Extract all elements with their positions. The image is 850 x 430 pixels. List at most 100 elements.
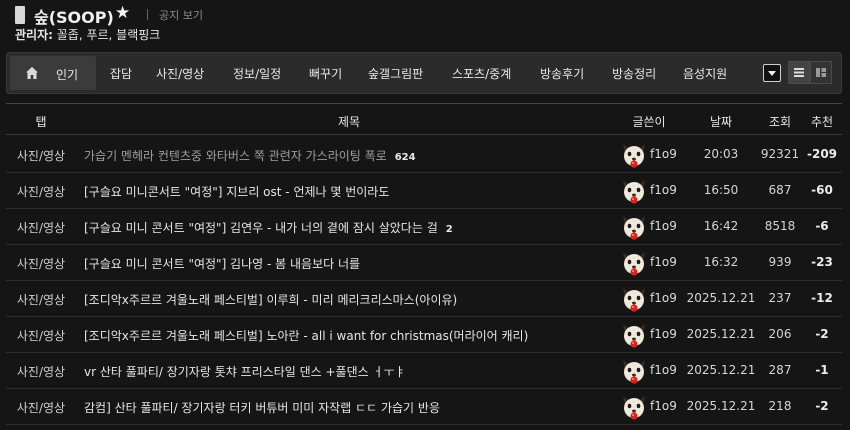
post-date: 2025.12.21: [686, 363, 756, 377]
column-header-views: 조회: [768, 115, 792, 129]
managers-list[interactable]: 꼴좁, 푸르, 블랙핑크: [57, 28, 161, 42]
post-title-cell[interactable]: [구슬요 미니 콘서트 "여정"] 김연우 - 내가 너의 곁에 잠시 살았다는…: [84, 219, 614, 236]
post-title-cell[interactable]: 가습기 멘헤라 컨텐츠중 와타버스 쪽 관련자 가스라이팅 폭로 624: [84, 147, 614, 164]
table-row[interactable]: 사진/영상 [조디악x주르르 겨울노래 페스티벌] 노아란 - all i wan…: [6, 317, 842, 353]
post-title-cell[interactable]: [조디악x주르르 겨울노래 페스티벌] 노아란 - all i want for…: [84, 327, 614, 344]
author-name[interactable]: f1o9: [650, 183, 677, 197]
grid-view-icon: [816, 68, 826, 77]
column-header-title: 제목: [337, 115, 361, 129]
post-recommend: -2: [815, 399, 829, 413]
star-icon[interactable]: ★: [115, 3, 130, 23]
post-views: 92321: [760, 147, 800, 161]
post-date: 2025.12.21: [686, 327, 756, 341]
dog-face-icon: [623, 324, 645, 348]
post-title-cell[interactable]: vr 산타 풀파티/ 장기자랑 톳챠 프리스타일 댄스 +풀댄스 ㅓㅜㅑ: [84, 363, 614, 380]
post-tab: 사진/영상: [16, 401, 66, 415]
column-header-recommend: 추천: [810, 115, 834, 129]
dog-face-icon: [623, 396, 645, 420]
managers-label: 관리자:: [15, 28, 53, 42]
comment-count[interactable]: 624: [395, 152, 416, 163]
post-date: 2025.12.21: [686, 291, 756, 305]
post-tab: 사진/영상: [16, 329, 66, 343]
post-title[interactable]: [조디악x주르르 겨울노래 페스티벌] 이루희 - 미리 메리크리스마스(아이유…: [84, 293, 457, 307]
post-recommend: -1: [815, 363, 829, 377]
nav-item-label: 인기: [56, 68, 79, 82]
nav-item-photo-video[interactable]: 사진/영상: [156, 65, 204, 82]
post-title-cell[interactable]: 감컴] 산타 풀파티/ 장기자랑 터키 버튜버 미미 자작랩 ㄷㄷ 가습기 반응: [84, 399, 614, 416]
category-nav: 인기 잡담 사진/영상 정보/일정 뻐꾸기 숲갤그림판 스포츠/중계 방송후기 …: [6, 52, 842, 94]
nav-item-popular[interactable]: 인기: [10, 56, 96, 90]
nav-item-info-schedule[interactable]: 정보/일정: [233, 65, 281, 82]
table-header: 탭 제목 글쓴이 날짜 조회 추천: [6, 103, 842, 135]
author-name[interactable]: f1o9: [650, 255, 677, 269]
nav-item-stream-review[interactable]: 방송후기: [540, 65, 584, 82]
divider: [147, 9, 148, 20]
nav-item-sports[interactable]: 스포츠/중계: [452, 65, 511, 82]
dog-face-icon: [623, 252, 645, 276]
nav-item-stream-summary[interactable]: 방송정리: [612, 65, 656, 82]
column-header-date: 날짜: [709, 115, 733, 129]
dog-face-icon: [623, 216, 645, 240]
dog-face-icon: [623, 180, 645, 204]
nav-item-voice-support[interactable]: 음성지원: [683, 65, 727, 82]
managers-line: 관리자: 꼴좁, 푸르, 블랙핑크: [15, 26, 160, 43]
post-recommend: -12: [811, 291, 833, 305]
grid-view-button[interactable]: [810, 61, 832, 84]
list-view-button[interactable]: [788, 61, 810, 84]
table-row[interactable]: 사진/영상 vr 산타 풀파티/ 장기자랑 톳챠 프리스타일 댄스 +풀댄스 ㅓㅜ…: [6, 353, 842, 389]
author-name[interactable]: f1o9: [650, 147, 677, 161]
table-row[interactable]: 사진/영상 가습기 멘헤라 컨텐츠중 와타버스 쪽 관련자 가스라이팅 폭로 624…: [6, 137, 842, 173]
dog-face-icon: [623, 360, 645, 384]
post-views: 939: [768, 255, 792, 269]
post-title-cell[interactable]: [구슬요 미니 콘서트 "여정"] 김나영 - 봄 내음보다 너를: [84, 255, 614, 272]
post-title-cell[interactable]: [조디악x주르르 겨울노래 페스티벌] 이루희 - 미리 메리크리스마스(아이유…: [84, 291, 614, 308]
author-name[interactable]: f1o9: [650, 399, 677, 413]
post-title-cell[interactable]: [구슬요 미니콘서트 "여정"] 지브리 ost - 언제나 몇 번이라도: [84, 183, 614, 200]
post-recommend: -23: [811, 255, 833, 269]
comment-count[interactable]: 2: [446, 224, 453, 235]
post-date: 20:03: [703, 147, 739, 161]
nav-item-cuckoo[interactable]: 뻐꾸기: [309, 65, 342, 82]
post-views: 218: [768, 399, 792, 413]
nav-item-chat[interactable]: 잡담: [110, 65, 132, 82]
nav-item-drawing-board[interactable]: 숲갤그림판: [368, 65, 423, 82]
table-row[interactable]: 사진/영상 감컴] 산타 풀파티/ 장기자랑 터키 버튜버 미미 자작랩 ㄷㄷ 가…: [6, 389, 842, 425]
post-views: 206: [768, 327, 792, 341]
post-title[interactable]: 가습기 멘헤라 컨텐츠중 와타버스 쪽 관련자 가스라이팅 폭로: [84, 149, 387, 163]
chevron-down-icon[interactable]: [763, 64, 781, 82]
table-row[interactable]: 사진/영상 [구슬요 미니콘서트 "여정"] 지브리 ost - 언제나 몇 번이…: [6, 173, 842, 209]
notice-link[interactable]: 공지 보기: [159, 7, 203, 23]
post-recommend: -6: [815, 219, 829, 233]
table-row[interactable]: 사진/영상 [구슬요 미니 콘서트 "여정"] 김나영 - 봄 내음보다 너를 f…: [6, 245, 842, 281]
gallery-title[interactable]: 숲(SOOP): [34, 4, 114, 28]
author-name[interactable]: f1o9: [650, 291, 677, 305]
post-title[interactable]: [구슬요 미니콘서트 "여정"] 지브리 ost - 언제나 몇 번이라도: [84, 185, 389, 199]
post-views: 687: [768, 183, 792, 197]
post-date: 2025.12.21: [686, 399, 756, 413]
author-name[interactable]: f1o9: [650, 363, 677, 377]
post-title[interactable]: vr 산타 풀파티/ 장기자랑 톳챠 프리스타일 댄스 +풀댄스 ㅓㅜㅑ: [84, 365, 406, 379]
post-date: 16:42: [703, 219, 739, 233]
post-tab: 사진/영상: [16, 293, 66, 307]
home-icon: [26, 67, 38, 79]
author-name[interactable]: f1o9: [650, 219, 677, 233]
post-tab: 사진/영상: [16, 365, 66, 379]
post-title[interactable]: [구슬요 미니 콘서트 "여정"] 김나영 - 봄 내음보다 너를: [84, 257, 360, 271]
post-views: 237: [768, 291, 792, 305]
post-date: 16:50: [703, 183, 739, 197]
column-header-author: 글쓴이: [632, 115, 666, 129]
table-row[interactable]: 사진/영상 [구슬요 미니 콘서트 "여정"] 김연우 - 내가 너의 곁에 잠시…: [6, 209, 842, 245]
table-row[interactable]: 사진/영상 [조디악x주르르 겨울노래 페스티벌] 이루희 - 미리 메리크리스마…: [6, 281, 842, 317]
dog-face-icon: [623, 144, 645, 168]
post-title[interactable]: 감컴] 산타 풀파티/ 장기자랑 터키 버튜버 미미 자작랩 ㄷㄷ 가습기 반응: [84, 401, 440, 415]
post-tab: 사진/영상: [16, 221, 66, 235]
post-title[interactable]: [조디악x주르르 겨울노래 페스티벌] 노아란 - all i want for…: [84, 329, 528, 343]
post-title[interactable]: [구슬요 미니 콘서트 "여정"] 김연우 - 내가 너의 곁에 잠시 살았다는…: [84, 221, 438, 235]
column-header-tab: 탭: [35, 115, 47, 129]
post-tab: 사진/영상: [16, 149, 66, 163]
post-tab: 사진/영상: [16, 185, 66, 199]
post-recommend: -209: [806, 147, 838, 161]
author-name[interactable]: f1o9: [650, 327, 677, 341]
post-list: 사진/영상 가습기 멘헤라 컨텐츠중 와타버스 쪽 관련자 가스라이팅 폭로 624…: [6, 137, 842, 425]
list-view-icon: [794, 68, 804, 77]
